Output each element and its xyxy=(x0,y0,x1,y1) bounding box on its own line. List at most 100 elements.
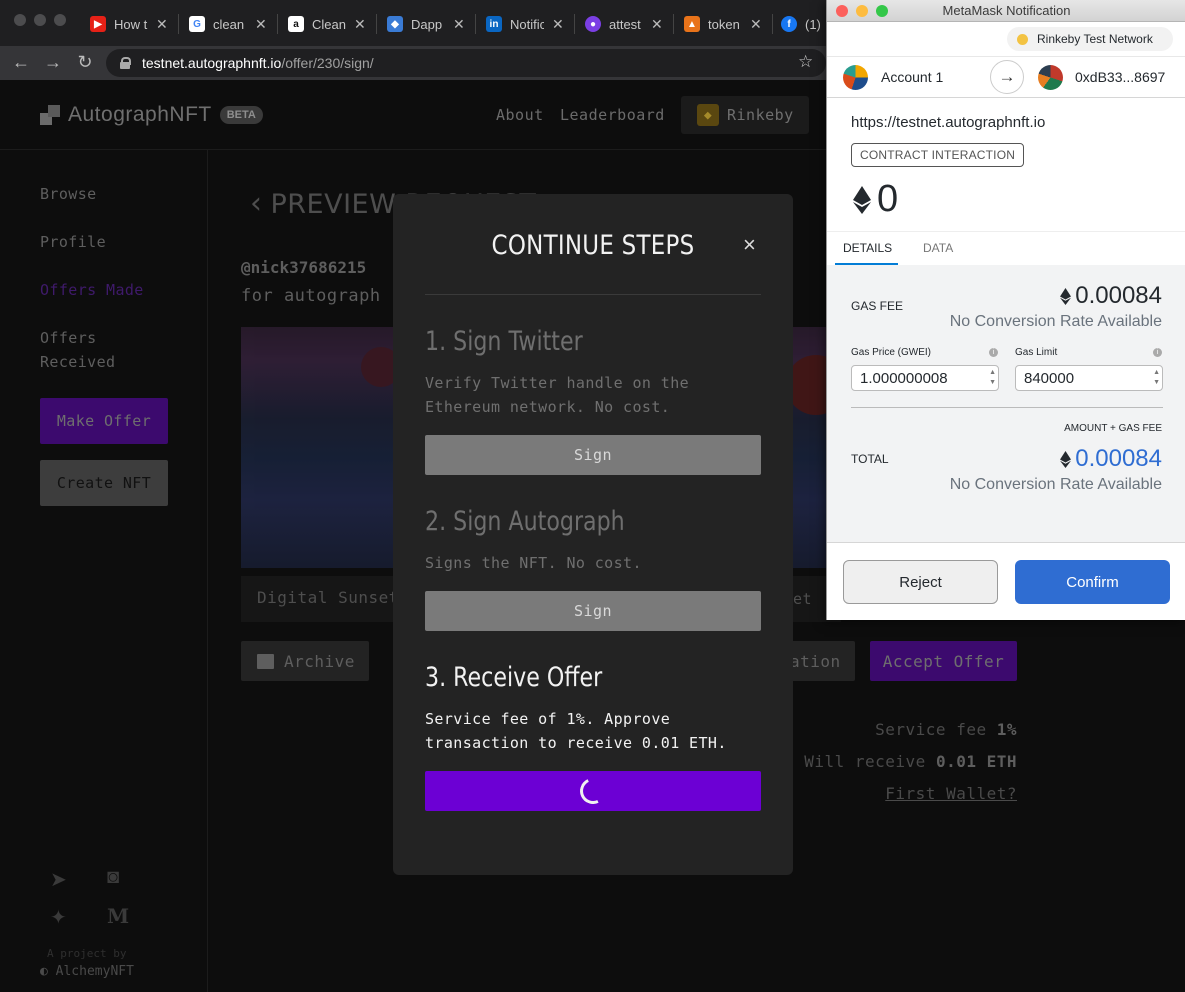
service-fee-label: Service fee xyxy=(875,720,987,739)
archive-button[interactable]: Archive xyxy=(241,641,369,681)
tab-details[interactable]: DETAILS xyxy=(843,241,892,255)
ethereum-icon xyxy=(1060,450,1072,468)
origin-url: https://testnet.autographnft.io xyxy=(851,114,1046,131)
back-chevron-icon[interactable]: ‹ xyxy=(250,186,263,221)
browser-tab[interactable]: a Clean ✕ xyxy=(288,8,366,40)
ethereum-icon xyxy=(1060,287,1072,305)
window-minimize-button[interactable] xyxy=(34,14,46,26)
sign-autograph-button[interactable]: Sign xyxy=(425,591,761,631)
tab-close-icon[interactable]: ✕ xyxy=(255,16,267,33)
create-nft-button[interactable]: Create NFT xyxy=(40,460,168,506)
info-icon[interactable]: i xyxy=(989,348,998,357)
account-avatar xyxy=(843,65,868,90)
sidebar-item-offers-made[interactable]: Offers Made xyxy=(40,278,144,302)
tab-title: How t xyxy=(114,16,148,32)
network-dot-icon xyxy=(1017,33,1028,45)
linkedin-icon: in xyxy=(486,16,502,32)
tab-close-icon[interactable]: ✕ xyxy=(552,16,564,33)
step2-description: Signs the NFT. No cost. xyxy=(425,554,642,572)
stepper-icon[interactable]: ▲ ▼ xyxy=(989,368,996,388)
modal-divider xyxy=(425,294,761,295)
reject-button[interactable]: Reject xyxy=(843,560,998,604)
window-zoom-button[interactable] xyxy=(54,14,66,26)
metamask-titlebar: MetaMask Notification xyxy=(827,0,1185,22)
browser-tab[interactable]: ● attest ✕ xyxy=(585,8,663,40)
for-autograph-text: for autograph xyxy=(241,286,381,306)
tab-close-icon[interactable]: ✕ xyxy=(453,16,465,33)
attest-icon: ● xyxy=(585,16,601,32)
gas-price-input[interactable]: 1.000000008 ▲ ▼ xyxy=(851,365,999,391)
gas-fee-amount: 0.00084 xyxy=(1060,282,1162,310)
nav-about[interactable]: About xyxy=(496,106,544,124)
amount-gas-fee-label: AMOUNT + GAS FEE xyxy=(1064,423,1162,434)
confirm-button[interactable]: Confirm xyxy=(1015,560,1170,604)
network-button[interactable]: ◆ Rinkeby xyxy=(681,96,809,134)
logo-mark-icon xyxy=(40,105,60,125)
reload-icon[interactable]: ↻ xyxy=(74,52,96,73)
total-label: TOTAL xyxy=(851,452,889,466)
forward-arrow-icon[interactable]: → xyxy=(42,52,64,73)
nft-title: Digital Sunset xyxy=(257,588,399,607)
tab-data[interactable]: DATA xyxy=(923,241,953,255)
url-bar[interactable]: testnet.autographnft.io/offer/230/sign/ xyxy=(106,49,826,77)
sidebar: Browse Profile Offers Made Offers Receiv… xyxy=(0,150,208,992)
metamask-footer: Reject Confirm xyxy=(827,542,1185,620)
transaction-amount: 0 xyxy=(853,178,898,221)
info-icon[interactable]: i xyxy=(1153,348,1162,357)
account-row: Account 1 → 0xdB33...8697 xyxy=(827,56,1185,98)
browser-tab[interactable]: ▲ token ✕ xyxy=(684,8,762,40)
medium-icon[interactable]: M xyxy=(107,904,129,928)
archive-icon xyxy=(257,653,274,669)
bookmark-star-icon[interactable]: ☆ xyxy=(798,52,813,72)
ethereum-icon: ◆ xyxy=(697,104,719,126)
close-icon[interactable]: × xyxy=(743,232,756,258)
browser-tab[interactable]: in Notific ✕ xyxy=(486,8,564,40)
amount-value: 0 xyxy=(877,178,899,220)
browser-tab[interactable]: G clean ✕ xyxy=(189,8,267,40)
step2-title: 2. Sign Autograph xyxy=(425,506,625,537)
gas-limit-input[interactable]: 840000 ▲ ▼ xyxy=(1015,365,1163,391)
receive-offer-button[interactable] xyxy=(425,771,761,811)
stepper-icon[interactable]: ▲ ▼ xyxy=(1153,368,1160,388)
discord-icon[interactable]: ◙ xyxy=(107,866,119,889)
tab-close-icon[interactable]: ✕ xyxy=(750,16,762,33)
metamask-tabs: DETAILS DATA xyxy=(827,231,1185,265)
telegram-icon[interactable]: ➤ xyxy=(50,867,67,892)
make-offer-button[interactable]: Make Offer xyxy=(40,398,168,444)
recipient-address[interactable]: 0xdB33...8697 xyxy=(1075,69,1165,85)
network-label: Rinkeby xyxy=(727,106,794,124)
sidebar-item-offers-received[interactable]: Offers Received xyxy=(40,326,115,374)
tab-close-icon[interactable]: ✕ xyxy=(156,16,168,33)
sidebar-item-browse[interactable]: Browse xyxy=(40,182,97,206)
window-close-button[interactable] xyxy=(14,14,26,26)
tab-close-icon[interactable]: ✕ xyxy=(651,16,663,33)
continue-steps-modal: CONTINUE STEPS × 1. Sign Twitter Verify … xyxy=(393,194,793,875)
browser-tab[interactable]: ◆ Dapp ✕ xyxy=(387,8,465,40)
sidebar-item-label: Received xyxy=(40,353,116,371)
site-logo[interactable]: AutographNFT BETA xyxy=(40,103,263,127)
nav-leaderboard[interactable]: Leaderboard xyxy=(560,106,665,124)
gas-fee-value: 0.00084 xyxy=(1075,282,1162,309)
first-wallet-link[interactable]: First Wallet? xyxy=(885,784,1017,803)
browser-tab[interactable]: ▶ How t ✕ xyxy=(90,8,168,40)
back-arrow-icon[interactable]: ← xyxy=(10,52,32,73)
twitter-icon[interactable]: ✦ xyxy=(50,905,67,930)
total-value: 0.00084 xyxy=(1075,445,1162,472)
will-receive-value: 0.01 ETH xyxy=(935,752,1017,771)
accept-offer-button[interactable]: Accept Offer xyxy=(870,641,1017,681)
contract-interaction-badge: CONTRACT INTERACTION xyxy=(851,143,1025,167)
logo-text: AutographNFT xyxy=(68,103,212,126)
sidebar-item-profile[interactable]: Profile xyxy=(40,230,106,254)
network-indicator[interactable]: Rinkeby Test Network xyxy=(1007,27,1173,51)
gas-limit-value: 840000 xyxy=(1024,370,1075,387)
tab-close-icon[interactable]: ✕ xyxy=(354,16,366,33)
step1-description: Verify Twitter handle on the Ethereum ne… xyxy=(425,374,690,416)
total-amount: 0.00084 xyxy=(1060,445,1162,473)
alchemy-link[interactable]: ◐ AlchemyNFT xyxy=(40,964,134,979)
sidebar-item-label: Offers xyxy=(40,329,97,347)
gas-price-value: 1.000000008 xyxy=(860,370,948,387)
sign-twitter-button[interactable]: Sign xyxy=(425,435,761,475)
arrow-right-icon: → xyxy=(990,60,1024,94)
network-name: Rinkeby Test Network xyxy=(1037,32,1153,46)
token-icon: ▲ xyxy=(684,16,700,32)
